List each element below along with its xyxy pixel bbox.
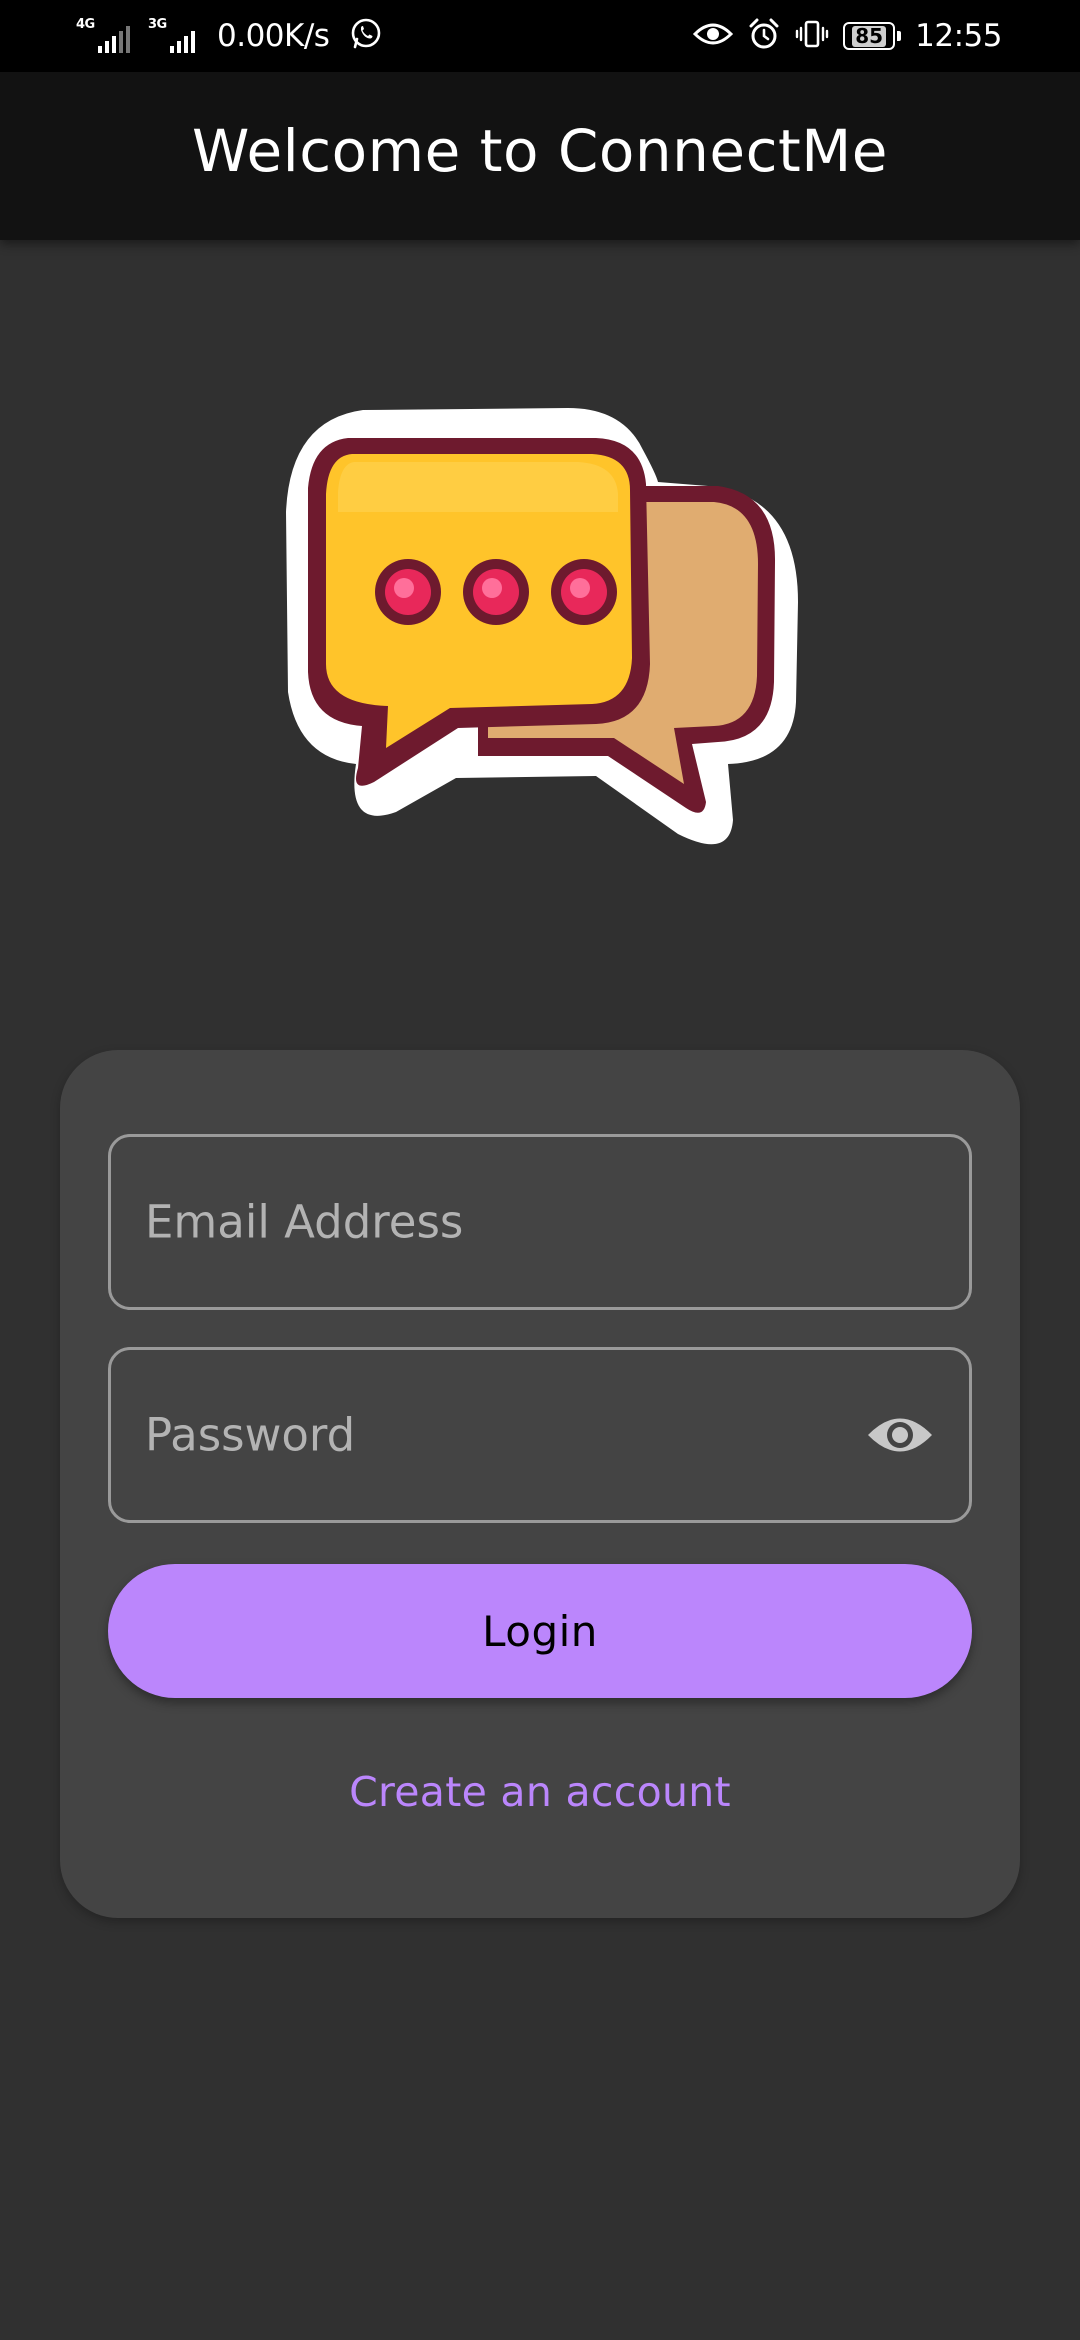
network-type-1: 4G: [76, 17, 95, 32]
status-bar-right: 85 12:55: [693, 0, 1002, 72]
page-title: Welcome to ConnectMe: [192, 117, 888, 185]
login-button-label: Login: [482, 1606, 598, 1656]
email-field[interactable]: Email Address: [108, 1134, 972, 1310]
whatsapp-icon: [349, 17, 383, 55]
password-field[interactable]: Password: [108, 1347, 972, 1523]
alarm-icon: [747, 17, 781, 55]
signal-4g: 4G: [76, 17, 130, 53]
eye-comfort-icon: [693, 20, 734, 52]
chat-bubbles-logo-icon: [278, 402, 808, 862]
signal-bars-1-icon: [98, 25, 130, 53]
login-button[interactable]: Login: [108, 1564, 972, 1698]
status-bar-left: 4G 3G 0.00K/s: [76, 0, 383, 72]
signal-bars-2-icon: [170, 25, 195, 53]
signal-3g: 3G: [148, 17, 195, 53]
clock: 12:55: [915, 18, 1002, 54]
status-bar: 4G 3G 0.00K/s 85 12:55: [0, 0, 1080, 72]
app-bar: Welcome to ConnectMe: [0, 72, 1080, 240]
battery-level: 85: [852, 25, 887, 47]
battery-icon: 85: [843, 22, 902, 50]
create-account-link[interactable]: Create an account: [60, 1768, 1020, 1816]
network-speed: 0.00K/s: [217, 18, 330, 54]
password-placeholder: Password: [145, 1408, 356, 1462]
login-card: Email Address Password Login Create an a…: [60, 1050, 1020, 1918]
network-type-2: 3G: [148, 17, 167, 32]
email-placeholder: Email Address: [145, 1195, 464, 1249]
vibrate-icon: [795, 17, 829, 55]
eye-icon[interactable]: [865, 1410, 935, 1460]
